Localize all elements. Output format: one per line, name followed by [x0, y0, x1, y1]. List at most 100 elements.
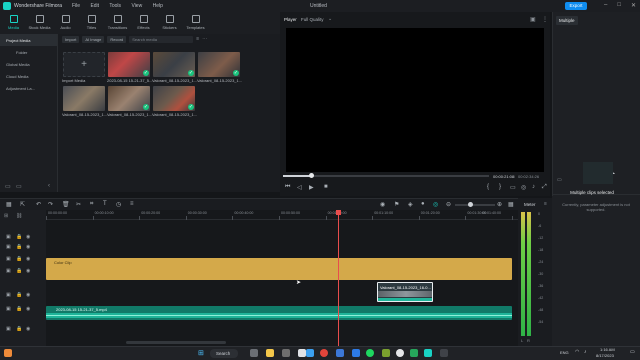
tool-stock-media[interactable]: Stock Media: [27, 12, 52, 34]
timeline-ruler[interactable]: 00:00:00:00 00:00:10:00 00:00:20:00 00:00:3…: [46, 210, 518, 220]
task-view-icon[interactable]: [250, 349, 258, 357]
minimize-icon[interactable]: –: [604, 2, 607, 9]
track-type-icon[interactable]: ▣: [6, 234, 11, 240]
filmora-taskbar-icon[interactable]: [424, 349, 432, 357]
tool-audio[interactable]: Audio: [53, 12, 78, 34]
file-explorer-icon[interactable]: [266, 349, 274, 357]
wifi-icon[interactable]: ◠: [575, 349, 579, 355]
player-progress-handle[interactable]: [308, 173, 314, 178]
color-clip[interactable]: Color Clip: [46, 258, 512, 280]
play-icon[interactable]: ▶: [309, 184, 314, 191]
taskbar-search[interactable]: Search: [210, 349, 238, 358]
edge-icon[interactable]: [306, 349, 314, 357]
step-back-icon[interactable]: ◁: [297, 184, 302, 191]
export-button[interactable]: Export: [565, 2, 587, 10]
mark-out-icon[interactable]: }: [499, 184, 501, 190]
menu-file[interactable]: File: [72, 3, 80, 9]
horizontal-scrollbar[interactable]: [126, 341, 226, 344]
speed-icon[interactable]: ◷: [116, 201, 121, 208]
shield-icon[interactable]: ◈: [408, 201, 413, 208]
media-thumb-6[interactable]: ✓: [153, 86, 195, 111]
import-dropdown[interactable]: Import: [62, 35, 80, 43]
lock-icon[interactable]: 🔒: [16, 292, 22, 298]
spotify-icon[interactable]: [366, 349, 374, 357]
sidebar-item-project-media[interactable]: Project Media: [0, 34, 57, 46]
text-icon[interactable]: T: [103, 201, 107, 207]
close-icon[interactable]: ✕: [631, 2, 636, 9]
prev-frame-icon[interactable]: ⏮: [285, 184, 290, 191]
adjust-icon[interactable]: ≡: [130, 201, 134, 207]
tool-transitions[interactable]: Transitions: [105, 12, 130, 34]
meter-menu-icon[interactable]: ≡: [544, 201, 547, 207]
menu-edit[interactable]: Edit: [90, 3, 99, 9]
lock-icon[interactable]: 🔒: [16, 244, 22, 250]
eye-icon[interactable]: ◉: [26, 268, 30, 274]
snap-icon[interactable]: ◎: [433, 201, 438, 208]
chrome-icon[interactable]: [320, 349, 328, 357]
playhead[interactable]: [338, 210, 340, 346]
app-icon[interactable]: [352, 349, 360, 357]
menu-tools[interactable]: Tools: [109, 3, 121, 9]
eye-icon[interactable]: ◉: [26, 292, 30, 298]
media-thumb-1[interactable]: ✓: [108, 52, 150, 77]
track-type-icon[interactable]: ▣: [6, 306, 11, 312]
app-icon[interactable]: [282, 349, 290, 357]
add-track-icon[interactable]: ⊞: [4, 213, 8, 219]
lock-icon[interactable]: 🔒: [16, 234, 22, 240]
maximize-icon[interactable]: □: [617, 2, 621, 9]
eye-icon[interactable]: ◉: [26, 326, 30, 332]
import-media-tile[interactable]: +: [63, 52, 105, 77]
camera-icon[interactable]: ◎: [521, 184, 526, 191]
zoom-slider[interactable]: [455, 204, 495, 206]
media-thumb-3[interactable]: ✓: [198, 52, 240, 77]
menu-help[interactable]: Help: [153, 3, 163, 9]
tool-media[interactable]: Media: [1, 12, 26, 34]
track-type-icon[interactable]: ▣: [6, 268, 11, 274]
weather-icon[interactable]: [4, 349, 12, 357]
undo-icon[interactable]: ↶: [36, 201, 41, 208]
minus-icon[interactable]: ⊖: [446, 201, 451, 208]
quality-dropdown[interactable]: Full Quality: [301, 17, 324, 22]
app-icon[interactable]: [382, 349, 390, 357]
track-type-icon[interactable]: ▣: [6, 256, 11, 262]
app-icon[interactable]: [336, 349, 344, 357]
app-icon[interactable]: [440, 349, 448, 357]
eye-icon[interactable]: ◉: [26, 256, 30, 262]
windows-start-icon[interactable]: ⊞: [198, 349, 204, 357]
marker-icon[interactable]: ⚑: [394, 201, 399, 208]
filter-icon[interactable]: ≡: [196, 36, 199, 42]
playhead-handle[interactable]: [336, 210, 342, 215]
clock-time[interactable]: 1:16 AM: [600, 347, 615, 352]
render-icon[interactable]: ◉: [380, 201, 385, 208]
track-type-icon[interactable]: ▣: [6, 244, 11, 250]
chevron-down-icon[interactable]: ⌄: [328, 16, 332, 22]
tool-stickers[interactable]: Stickers: [157, 12, 182, 34]
search-media-input[interactable]: Search media: [129, 35, 194, 43]
sidebar-item-adjustment-layer[interactable]: Adjustment La...: [0, 82, 57, 94]
more-icon[interactable]: ⋯: [202, 36, 207, 42]
language-indicator[interactable]: ENG: [560, 350, 569, 355]
notification-icon[interactable]: ▭: [630, 349, 635, 355]
stop-icon[interactable]: ■: [324, 184, 328, 190]
plus-icon[interactable]: ⊕: [497, 201, 502, 208]
tool-effects[interactable]: Effects: [131, 12, 156, 34]
grid-icon[interactable]: ▦: [508, 201, 514, 208]
panel-toggle-icon[interactable]: ▭: [557, 177, 562, 183]
eye-icon[interactable]: ◉: [26, 234, 30, 240]
redo-icon[interactable]: ↷: [48, 201, 53, 208]
folder-icon[interactable]: ▭: [16, 183, 22, 190]
app-icon[interactable]: [298, 349, 306, 357]
track-type-icon[interactable]: ▣: [6, 292, 11, 298]
video-clip[interactable]: Valorant_08-15-2023_16-0...: [377, 282, 433, 302]
media-thumb-4[interactable]: [63, 86, 105, 111]
cut-icon[interactable]: ✂: [76, 201, 81, 208]
zoom-slider-handle[interactable]: [468, 202, 473, 207]
volume-icon[interactable]: ♪: [532, 184, 535, 190]
lock-icon[interactable]: 🔒: [16, 326, 22, 332]
ai-image-button[interactable]: AI Image: [82, 35, 105, 43]
app-icon[interactable]: [396, 349, 404, 357]
track-type-icon[interactable]: ▣: [6, 326, 11, 332]
audio-clip[interactable]: 2023-08-15 15-21-37_5.mp4: [46, 306, 512, 320]
video-preview[interactable]: [286, 28, 544, 172]
media-thumb-5[interactable]: ✓: [108, 86, 150, 111]
